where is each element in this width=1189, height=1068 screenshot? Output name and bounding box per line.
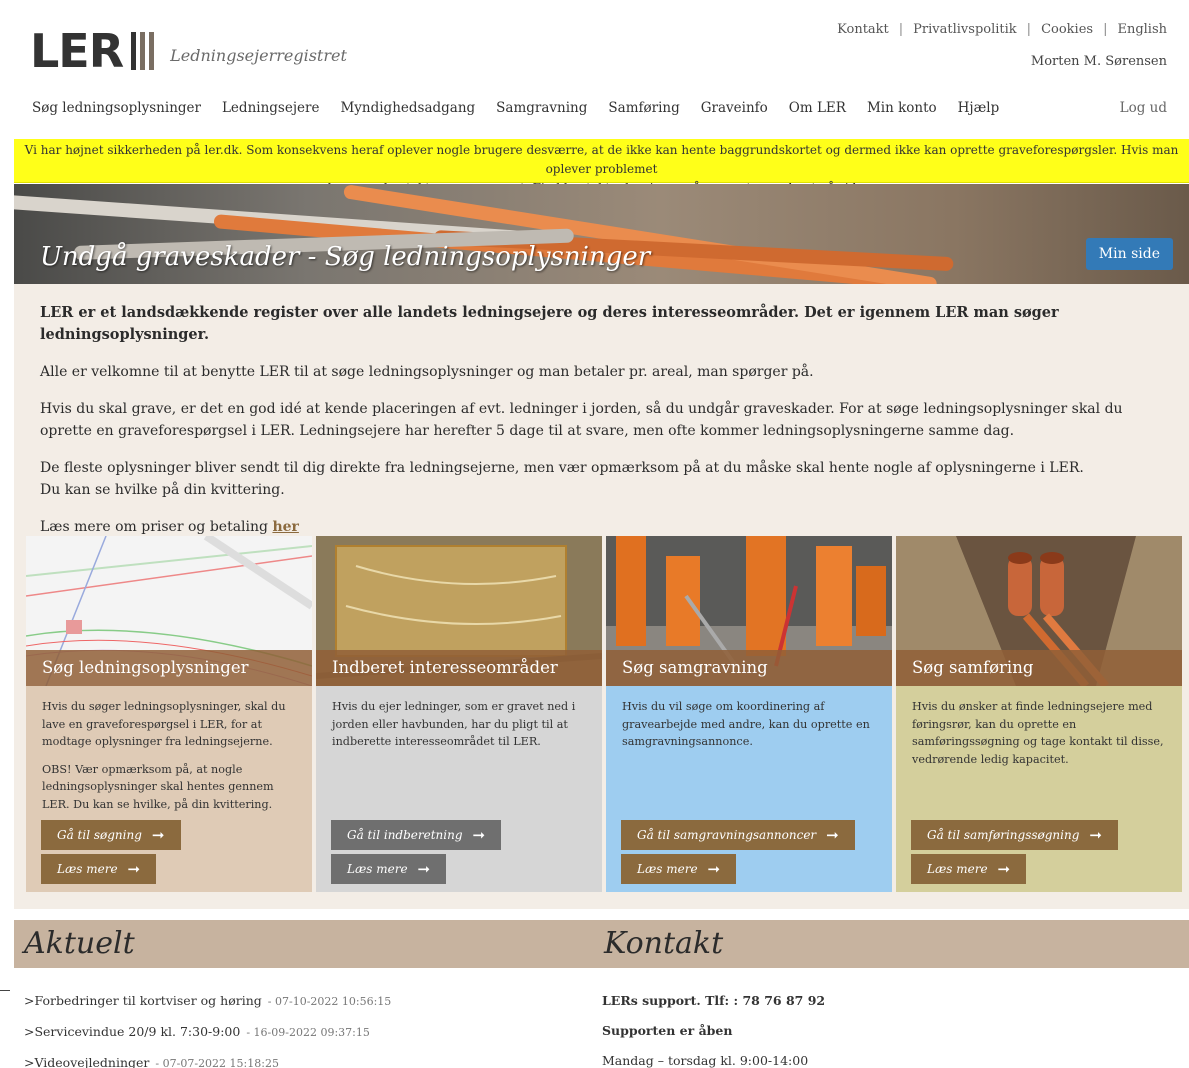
separator: | xyxy=(1026,22,1032,37)
news-link[interactable]: >Videovejledninger xyxy=(24,1055,149,1068)
read-more-button[interactable]: Læs mere ➞ xyxy=(41,854,157,884)
news-list: >Forbedringer til kortviser og høring - 0… xyxy=(24,986,391,1068)
aktuelt-heading: Aktuelt xyxy=(14,920,594,968)
nav-sog-ledningsoplysninger[interactable]: Søg ledningsoplysninger xyxy=(32,100,201,116)
go-to-search-button[interactable]: Gå til søgning ➞ xyxy=(41,820,181,850)
button-label: Læs mere xyxy=(347,862,408,876)
top-links: Kontakt | Privatlivspolitik | Cookies | … xyxy=(837,22,1167,37)
news-item: >Videovejledninger - 07-07-2022 15:18:25 xyxy=(24,1048,391,1068)
news-item: >Forbedringer til kortviser og høring - 0… xyxy=(24,986,391,1017)
card-sog-ledningsoplysninger: Søg ledningsoplysninger Hvis du søger le… xyxy=(26,536,312,892)
news-date: - 16-09-2022 09:37:15 xyxy=(246,1026,370,1039)
logo-subtitle: Ledningsejerregistret xyxy=(170,45,347,65)
arrow-right-icon: ➞ xyxy=(707,860,721,878)
hero-banner: Undgå graveskader - Søg ledningsoplysnin… xyxy=(14,184,1189,284)
news-date: - 07-10-2022 10:56:15 xyxy=(267,995,392,1008)
support-phone: LERs support. Tlf: : 78 76 87 92 xyxy=(602,993,826,1008)
read-more-button[interactable]: Læs mere ➞ xyxy=(621,854,737,884)
intro-paragraph-4: Læs mere om priser og betaling her xyxy=(40,516,1170,538)
arrow-right-icon: ➞ xyxy=(826,826,839,844)
intro-paragraph-2: Hvis du skal grave, er det en god idé at… xyxy=(40,401,1123,439)
toplink-cookies[interactable]: Cookies xyxy=(1041,22,1093,37)
ler-logo[interactable]: LER Ledningsejerregistret xyxy=(30,28,347,74)
news-link[interactable]: >Forbedringer til kortviser og høring xyxy=(24,993,262,1008)
go-to-samforing-search-button[interactable]: Gå til samføringssøgning ➞ xyxy=(911,820,1118,850)
kontakt-heading: Kontakt xyxy=(594,920,1189,968)
arrow-right-icon: ➞ xyxy=(417,860,431,878)
card-title: Indberet interesseområder xyxy=(316,650,602,686)
toplink-privatlivspolitik[interactable]: Privatlivspolitik xyxy=(913,22,1017,37)
news-date: - 07-07-2022 15:18:25 xyxy=(155,1057,279,1068)
arrow-right-icon: ➞ xyxy=(472,826,486,844)
kontakt-info: LERs support. Tlf: : 78 76 87 92 Support… xyxy=(602,986,825,1068)
logout-link[interactable]: Log ud xyxy=(1120,100,1167,116)
button-label: Gå til indberetning xyxy=(347,828,463,842)
main-nav: Søg ledningsoplysninger Ledningsejere My… xyxy=(32,100,1020,116)
logo-bars-icon xyxy=(131,32,155,70)
button-label: Gå til samgravningsannoncer xyxy=(637,828,817,842)
site-header: LER Ledningsejerregistret Kontakt | Priv… xyxy=(0,0,1189,140)
intro-lead: LER er et landsdækkende register over al… xyxy=(40,304,1059,343)
logo-text: LER xyxy=(30,24,124,78)
divider xyxy=(0,990,10,991)
news-link[interactable]: >Servicevindue 20/9 kl. 7:30-9:00 xyxy=(24,1024,240,1039)
support-hours: Mandag – torsdag kl. 9:00-14:00 xyxy=(602,1053,809,1068)
card-title: Søg ledningsoplysninger xyxy=(26,650,312,686)
toplink-kontakt[interactable]: Kontakt xyxy=(837,22,889,37)
security-notice-banner: Vi har højnet sikkerheden på ler.dk. Som… xyxy=(14,139,1189,195)
card-text: Hvis du ejer ledninger, som er gravet ne… xyxy=(332,700,576,748)
go-to-report-button[interactable]: Gå til indberetning ➞ xyxy=(331,820,502,850)
nav-ledningsejere[interactable]: Ledningsejere xyxy=(222,100,319,116)
read-more-button[interactable]: Læs mere ➞ xyxy=(331,854,447,884)
nav-samgravning[interactable]: Samgravning xyxy=(496,100,587,116)
service-cards: Søg ledningsoplysninger Hvis du søger le… xyxy=(26,536,1182,892)
card-indberet-interesseomrader: Indberet interesseområder Hvis du ejer l… xyxy=(316,536,602,892)
card-text: Hvis du søger ledningsoplysninger, skal … xyxy=(42,700,286,748)
nav-samforing[interactable]: Samføring xyxy=(608,100,679,116)
nav-min-konto[interactable]: Min konto xyxy=(867,100,937,116)
nav-om-ler[interactable]: Om LER xyxy=(789,100,846,116)
card-sog-samforing: Søg samføring Hvis du ønsker at finde le… xyxy=(896,536,1182,892)
nav-myndighedsadgang[interactable]: Myndighedsadgang xyxy=(340,100,475,116)
card-sog-samgravning: Søg samgravning Hvis du vil søge om koor… xyxy=(606,536,892,892)
arrow-right-icon: ➞ xyxy=(997,860,1011,878)
intro-prices-text: Læs mere om priser og betaling xyxy=(40,519,268,535)
button-label: Gå til søgning xyxy=(57,828,142,842)
card-text: Hvis du vil søge om koordinering af grav… xyxy=(622,700,870,748)
arrow-right-icon: ➞ xyxy=(127,860,141,878)
username[interactable]: Morten M. Sørensen xyxy=(1031,54,1167,69)
button-label: Læs mere xyxy=(637,862,698,876)
notice-line-1: Vi har højnet sikkerheden på ler.dk. Som… xyxy=(24,143,1179,176)
prices-link[interactable]: her xyxy=(272,519,298,535)
intro-paragraph-3b: Du kan se hvilke på din kvittering. xyxy=(40,482,285,498)
go-to-samgravning-ads-button[interactable]: Gå til samgravningsannoncer ➞ xyxy=(621,820,855,850)
news-item: >Servicevindue 20/9 kl. 7:30-9:00 - 16-09… xyxy=(24,1017,391,1048)
nav-graveinfo[interactable]: Graveinfo xyxy=(701,100,768,116)
arrow-right-icon: ➞ xyxy=(1089,826,1102,844)
nav-hjaelp[interactable]: Hjælp xyxy=(958,100,1000,116)
arrow-right-icon: ➞ xyxy=(151,826,165,844)
button-label: Læs mere xyxy=(927,862,988,876)
read-more-button[interactable]: Læs mere ➞ xyxy=(911,854,1027,884)
card-title: Søg samføring xyxy=(896,650,1182,686)
intro-paragraph-3: De fleste oplysninger bliver sendt til d… xyxy=(40,457,1170,501)
intro-paragraph-3a: De fleste oplysninger bliver sendt til d… xyxy=(40,460,1084,476)
card-note: OBS! Vær opmærksom på, at nogle lednings… xyxy=(42,762,274,811)
button-label: Gå til samføringssøgning xyxy=(927,828,1080,842)
separator: | xyxy=(898,22,904,37)
card-title: Søg samgravning xyxy=(606,650,892,686)
separator: | xyxy=(1103,22,1108,37)
hero-title: Undgå graveskader - Søg ledningsoplysnin… xyxy=(40,242,651,272)
button-label: Læs mere xyxy=(57,862,118,876)
toplink-english[interactable]: English xyxy=(1117,22,1167,37)
intro-text: LER er et landsdækkende register over al… xyxy=(40,302,1170,553)
support-open-label: Supporten er åben xyxy=(602,1023,733,1038)
min-side-button[interactable]: Min side xyxy=(1085,238,1173,270)
card-text: Hvis du ønsker at finde ledningsejere me… xyxy=(912,700,1164,766)
intro-paragraph-1: Alle er velkomne til at benytte LER til … xyxy=(40,364,814,380)
